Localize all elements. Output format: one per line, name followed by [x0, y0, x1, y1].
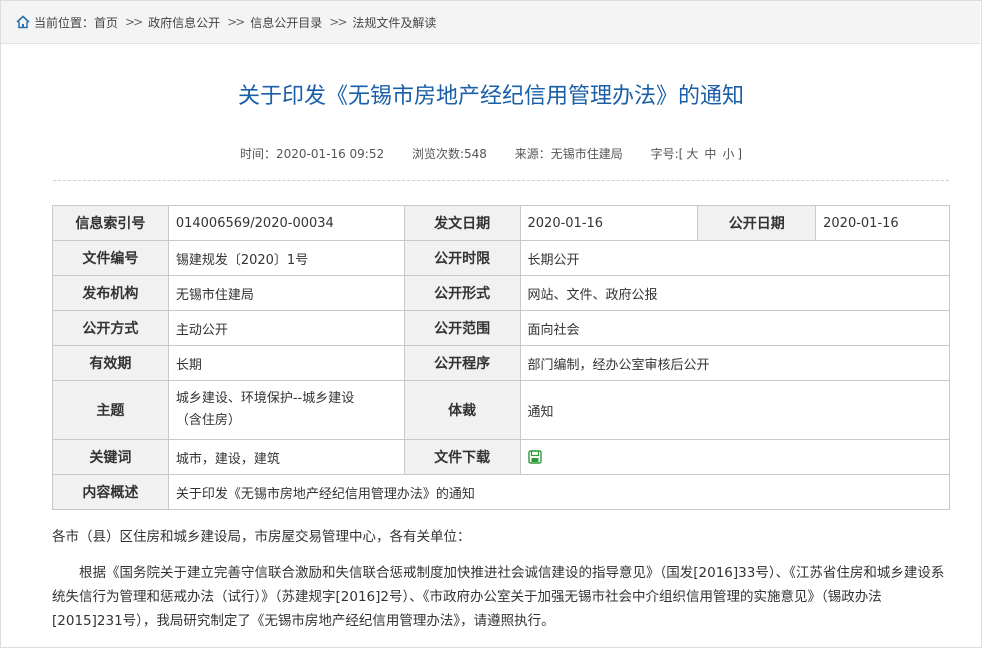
doc-no-value: 锡建规发〔2020〕1号	[167, 240, 405, 276]
method-value: 主动公开	[167, 310, 405, 346]
scope-value: 面向社会	[519, 310, 950, 346]
article-body: 各市（县）区住房和城乡建设局，市房屋交易管理中心，各有关单位： 根据《国务院关于…	[52, 525, 950, 633]
download-cell	[519, 439, 950, 475]
table-row: 公开方式 主动公开 公开范围 面向社会	[52, 310, 950, 346]
breadcrumb-gov-info-link[interactable]: 政府信息公开	[148, 14, 220, 31]
publish-time: 时间：2020-01-16 09:52	[240, 147, 384, 161]
font-size-small-button[interactable]: 小	[722, 147, 734, 161]
font-size-control: 字号:[大中小]	[651, 147, 742, 161]
procedure-label: 公开程序	[403, 345, 521, 381]
issue-date-label: 发文日期	[403, 205, 521, 241]
keywords-value: 城市，建设，建筑	[167, 439, 405, 475]
font-size-bracket-open: [	[678, 147, 684, 161]
table-row: 信息索引号 014006569/2020-00034 发文日期 2020-01-…	[52, 205, 950, 241]
summary-value: 关于印发《无锡市房地产经纪信用管理办法》的通知	[167, 474, 951, 510]
page-title: 关于印发《无锡市房地产经纪信用管理办法》的通知	[237, 84, 744, 109]
method-label: 公开方式	[52, 310, 169, 346]
genre-label: 体裁	[403, 380, 521, 440]
download-label: 文件下载	[403, 439, 521, 475]
file-download-icon[interactable]	[527, 450, 542, 464]
publish-time-label: 时间：	[239, 147, 276, 161]
topic-value-line1: 城乡建设、环境保护--城乡建设	[175, 391, 355, 406]
publisher-value: 无锡市住建局	[167, 275, 405, 311]
divider	[53, 180, 949, 181]
source-label: 来源：	[514, 147, 551, 161]
table-row: 有效期 长期 公开程序 部门编制，经办公室审核后公开	[52, 345, 950, 381]
procedure-value: 部门编制，经办公室审核后公开	[519, 345, 950, 381]
font-size-bracket-close: ]	[737, 147, 743, 161]
source-value: 无锡市住建局	[550, 147, 623, 161]
table-row: 文件编号 锡建规发〔2020〕1号 公开时限 长期公开	[52, 240, 950, 276]
public-date-label: 公开日期	[697, 205, 817, 241]
topic-label: 主题	[52, 380, 169, 440]
summary-label: 内容概述	[52, 474, 169, 510]
view-count-value: 548	[463, 147, 487, 161]
topic-value: 城乡建设、环境保护--城乡建设 （含住房）	[167, 380, 405, 440]
view-count: 浏览次数:548	[412, 147, 487, 161]
table-row: 主题 城乡建设、环境保护--城乡建设 （含住房） 体裁 通知	[52, 380, 950, 440]
font-size-medium-button[interactable]: 中	[704, 147, 716, 161]
font-size-label: 字号:	[650, 147, 679, 161]
time-limit-value: 长期公开	[519, 240, 950, 276]
breadcrumb-separator: >>	[125, 15, 143, 29]
validity-value: 长期	[167, 345, 405, 381]
breadcrumb-separator: >>	[329, 15, 347, 29]
breadcrumb-catalog-link[interactable]: 信息公开目录	[250, 14, 322, 31]
doc-no-label: 文件编号	[52, 240, 169, 276]
publish-time-value: 2020-01-16 09:52	[275, 147, 385, 161]
index-value: 014006569/2020-00034	[167, 205, 405, 241]
breadcrumb-prefix: 当前位置：	[34, 15, 95, 30]
scope-label: 公开范围	[403, 310, 521, 346]
table-row: 发布机构 无锡市住建局 公开形式 网站、文件、政府公报	[52, 275, 950, 311]
issue-date-value: 2020-01-16	[519, 205, 699, 241]
public-date-value: 2020-01-16	[815, 205, 950, 241]
salutation: 各市（县）区住房和城乡建设局，市房屋交易管理中心，各有关单位：	[52, 529, 471, 545]
form-value: 网站、文件、政府公报	[519, 275, 950, 311]
table-row: 内容概述 关于印发《无锡市房地产经纪信用管理办法》的通知	[52, 474, 951, 510]
publisher-label: 发布机构	[52, 275, 169, 311]
index-label: 信息索引号	[52, 205, 169, 241]
genre-value: 通知	[519, 380, 950, 440]
keywords-label: 关键词	[52, 439, 169, 475]
breadcrumb-separator: >>	[227, 15, 245, 29]
body-paragraph: 根据《国务院关于建立完善守信联合激励和失信联合惩戒制度加快推进社会诚信建设的指导…	[52, 565, 945, 629]
breadcrumb-regulations-link[interactable]: 法规文件及解读	[352, 14, 436, 31]
breadcrumb-home-link[interactable]: 首页	[94, 14, 118, 31]
article-meta: 时间：2020-01-16 09:52 浏览次数:548 来源：无锡市住建局 字…	[0, 145, 982, 162]
breadcrumb: 当前位置： 首页 >> 政府信息公开 >> 信息公开目录 >> 法规文件及解读	[1, 1, 980, 44]
home-icon	[16, 15, 30, 29]
table-row: 关键词 城市，建设，建筑 文件下载	[52, 439, 950, 475]
source: 来源：无锡市住建局	[515, 147, 623, 161]
view-count-label: 浏览次数:	[411, 147, 464, 161]
topic-value-line2: （含住房）	[175, 413, 241, 428]
validity-label: 有效期	[52, 345, 169, 381]
font-size-large-button[interactable]: 大	[686, 147, 698, 161]
info-table: 信息索引号 014006569/2020-00034 发文日期 2020-01-…	[52, 205, 951, 510]
form-label: 公开形式	[403, 275, 521, 311]
time-limit-label: 公开时限	[403, 240, 521, 276]
